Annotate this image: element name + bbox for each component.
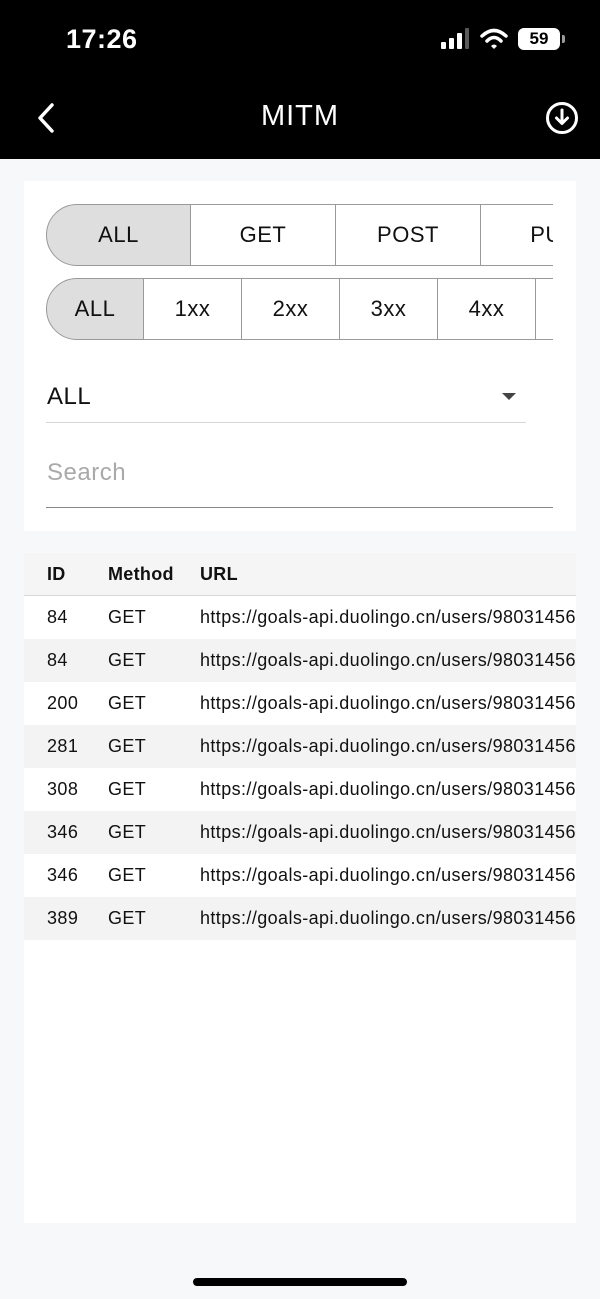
method-filter-put[interactable]: PUT (481, 204, 553, 266)
cell-url: https://goals-api.duolingo.cn/users/9803… (200, 908, 576, 928)
cell-url: https://goals-api.duolingo.cn/users/9803… (200, 736, 576, 756)
table-row[interactable]: 346 GET https://goals-api.duolingo.cn/us… (24, 854, 576, 897)
method-filter-get[interactable]: GET (191, 204, 336, 266)
status-filter-3xx[interactable]: 3xx (340, 278, 438, 340)
cell-id: 389 (47, 908, 79, 928)
cell-method: GET (108, 779, 147, 799)
cell-method: GET (108, 908, 147, 928)
status-time: 17:26 (66, 24, 138, 54)
status-filter-5xx[interactable]: 5xx (536, 278, 553, 340)
caret-down-icon (502, 393, 516, 400)
cell-id: 308 (47, 779, 79, 799)
cell-id: 346 (47, 865, 79, 885)
filter-panel: ALL GET POST PUT ALL 1xx 2xx 3xx 4xx 5xx… (24, 181, 576, 531)
table-row[interactable]: 281 GET https://goals-api.duolingo.cn/us… (24, 725, 576, 768)
cell-url: https://goals-api.duolingo.cn/users/9803… (200, 822, 576, 842)
cell-method: GET (108, 736, 147, 756)
cell-method: GET (108, 693, 147, 713)
cell-url: https://goals-api.duolingo.cn/users/9803… (200, 779, 576, 799)
status-filter-all[interactable]: ALL (46, 278, 144, 340)
page-title: MITM (260, 100, 340, 132)
cell-method: GET (108, 865, 147, 885)
download-button[interactable] (544, 100, 580, 136)
table-row[interactable]: 308 GET https://goals-api.duolingo.cn/us… (24, 768, 576, 811)
dropdown-value: ALL (47, 383, 92, 410)
download-circle-icon (546, 102, 578, 134)
status-filter-2xx[interactable]: 2xx (242, 278, 340, 340)
cell-id: 281 (47, 736, 79, 756)
nav-bar: MITM (0, 80, 600, 159)
search-field (46, 449, 553, 508)
cell-url: https://goals-api.duolingo.cn/users/9803… (200, 693, 576, 713)
cell-id: 200 (47, 693, 79, 713)
method-filter-all[interactable]: ALL (46, 204, 191, 266)
status-filter-1xx[interactable]: 1xx (144, 278, 242, 340)
requests-table: ID Method URL 84 GET https://goals-api.d… (24, 553, 576, 1223)
cell-id: 84 (47, 650, 68, 670)
cellular-signal-icon (441, 28, 469, 49)
cell-method: GET (108, 650, 147, 670)
cell-url: https://goals-api.duolingo.cn/users/9803… (200, 865, 576, 885)
table-row[interactable]: 346 GET https://goals-api.duolingo.cn/us… (24, 811, 576, 854)
table-row[interactable]: 84 GET https://goals-api.duolingo.cn/use… (24, 596, 576, 639)
status-filter-4xx[interactable]: 4xx (438, 278, 536, 340)
column-header-url[interactable]: URL (178, 564, 238, 585)
host-dropdown[interactable]: ALL (46, 377, 526, 423)
cell-method: GET (108, 607, 147, 627)
column-header-id[interactable]: ID (24, 564, 86, 585)
table-row[interactable]: 84 GET https://goals-api.duolingo.cn/use… (24, 639, 576, 682)
table-header: ID Method URL (24, 553, 576, 596)
cell-id: 346 (47, 822, 79, 842)
cell-method: GET (108, 822, 147, 842)
cell-url: https://goals-api.duolingo.cn/users/9803… (200, 607, 576, 627)
status-icons: 59 (440, 28, 565, 50)
battery-indicator: 59 (518, 28, 565, 50)
home-indicator[interactable] (193, 1278, 407, 1286)
status-code-filter-group: ALL 1xx 2xx 3xx 4xx 5xx (46, 278, 553, 340)
table-row[interactable]: 389 GET https://goals-api.duolingo.cn/us… (24, 897, 576, 940)
method-filter-post[interactable]: POST (336, 204, 481, 266)
table-row[interactable]: 200 GET https://goals-api.duolingo.cn/us… (24, 682, 576, 725)
cell-id: 84 (47, 607, 68, 627)
method-filter-group: ALL GET POST PUT (46, 204, 553, 266)
column-header-method[interactable]: Method (86, 564, 178, 585)
table-body: 84 GET https://goals-api.duolingo.cn/use… (24, 596, 576, 940)
status-bar: 17:26 59 (0, 0, 600, 80)
cell-url: https://goals-api.duolingo.cn/users/9803… (200, 650, 576, 670)
search-input[interactable] (46, 449, 553, 497)
wifi-icon (480, 28, 508, 49)
